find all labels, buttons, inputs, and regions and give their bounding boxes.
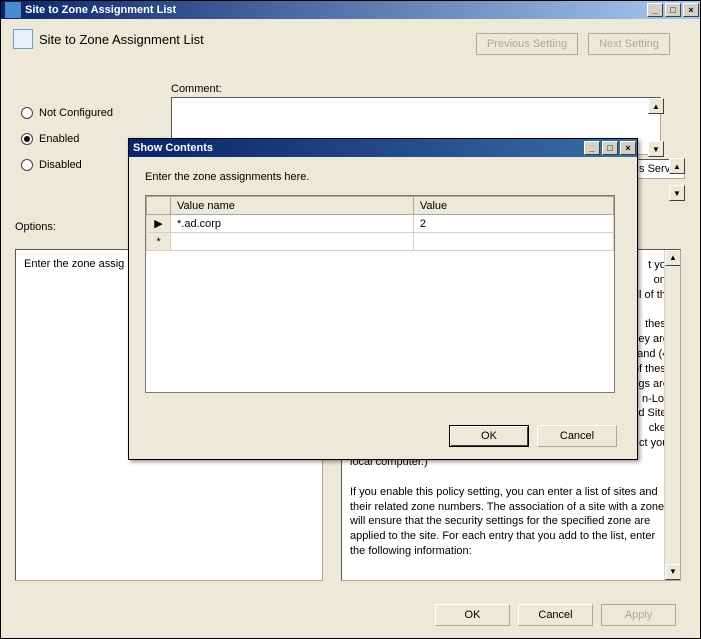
cell-value[interactable]: 2 bbox=[413, 215, 613, 233]
scroll-up-icon[interactable]: ▲ bbox=[669, 158, 685, 174]
ok-button[interactable]: OK bbox=[435, 604, 510, 626]
radio-icon bbox=[21, 107, 33, 119]
minimize-icon[interactable]: _ bbox=[647, 3, 663, 17]
scroll-down-icon[interactable]: ▼ bbox=[648, 141, 664, 157]
radio-disabled[interactable]: Disabled bbox=[21, 159, 113, 171]
scroll-down-icon[interactable]: ▼ bbox=[665, 564, 681, 580]
dialog-ok-button[interactable]: OK bbox=[449, 425, 529, 447]
options-text: Enter the zone assig bbox=[24, 258, 124, 270]
next-setting-button[interactable]: Next Setting bbox=[588, 33, 670, 55]
zone-grid[interactable]: Value name Value ▶ *.ad.corp 2 * bbox=[145, 195, 615, 393]
cell-value-name[interactable] bbox=[171, 233, 414, 251]
grid-row[interactable]: ▶ *.ad.corp 2 bbox=[147, 215, 614, 233]
cancel-button[interactable]: Cancel bbox=[518, 604, 593, 626]
col-value-name[interactable]: Value name bbox=[171, 197, 414, 215]
maximize-icon[interactable]: □ bbox=[665, 3, 681, 17]
close-icon[interactable]: × bbox=[683, 3, 699, 17]
help-scrollbar[interactable]: ▲ ▼ bbox=[664, 250, 680, 580]
previous-setting-button[interactable]: Previous Setting bbox=[476, 33, 578, 55]
dialog-instruction: Enter the zone assignments here. bbox=[145, 171, 621, 183]
radio-icon bbox=[21, 159, 33, 171]
grid-corner bbox=[147, 197, 171, 215]
comment-label: Comment: bbox=[171, 83, 665, 95]
scroll-up-icon[interactable]: ▲ bbox=[665, 250, 681, 266]
options-label: Options: bbox=[15, 221, 56, 233]
col-value[interactable]: Value bbox=[413, 197, 613, 215]
policy-icon bbox=[13, 29, 33, 49]
dialog-titlebar: Show Contents _ □ × bbox=[129, 139, 637, 157]
cell-value-name[interactable]: *.ad.corp bbox=[171, 215, 414, 233]
radio-not-configured[interactable]: Not Configured bbox=[21, 107, 113, 119]
page-title: Site to Zone Assignment List bbox=[39, 32, 204, 47]
main-titlebar: Site to Zone Assignment List _ □ × bbox=[1, 1, 700, 19]
radio-enabled[interactable]: Enabled bbox=[21, 133, 113, 145]
scroll-up-icon[interactable]: ▲ bbox=[648, 98, 664, 114]
new-row-icon: * bbox=[147, 233, 171, 251]
show-contents-dialog: Show Contents _ □ × Enter the zone assig… bbox=[128, 138, 638, 460]
window-title: Site to Zone Assignment List bbox=[25, 4, 176, 16]
grid-new-row[interactable]: * bbox=[147, 233, 614, 251]
minimize-icon[interactable]: _ bbox=[584, 141, 600, 155]
close-icon[interactable]: × bbox=[620, 141, 636, 155]
row-indicator-icon: ▶ bbox=[147, 215, 171, 233]
dialog-cancel-button[interactable]: Cancel bbox=[537, 425, 617, 447]
maximize-icon[interactable]: □ bbox=[602, 141, 618, 155]
dialog-title: Show Contents bbox=[133, 142, 213, 154]
scroll-down-icon[interactable]: ▼ bbox=[669, 185, 685, 201]
app-icon bbox=[5, 2, 21, 18]
apply-button[interactable]: Apply bbox=[601, 604, 676, 626]
cell-value[interactable] bbox=[413, 233, 613, 251]
radio-icon bbox=[21, 133, 33, 145]
